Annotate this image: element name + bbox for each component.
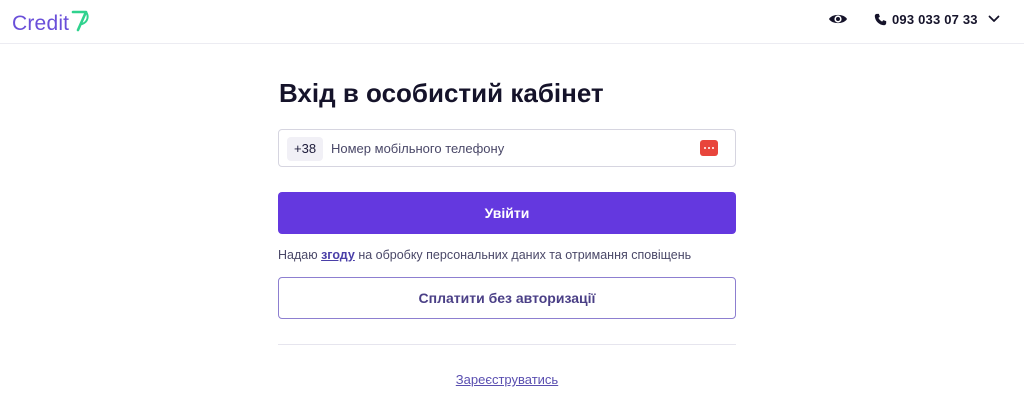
logo-text: Credit [12, 12, 70, 35]
login-button[interactable]: Увійти [278, 192, 736, 234]
consent-text-after: на обробку персональних даних та отриман… [354, 248, 692, 262]
password-manager-icon[interactable] [700, 140, 718, 156]
pay-without-auth-button[interactable]: Сплатити без авторизації [278, 277, 736, 319]
logo-mark-icon [71, 10, 89, 32]
phone-icon [874, 13, 887, 25]
register-link[interactable]: Зареєструватись [0, 372, 1014, 387]
consent-text: Надаю згоду на обробку персональних дани… [278, 248, 691, 262]
phone-number[interactable]: 093 033 07 33 [892, 12, 978, 27]
consent-text-before: Надаю [278, 248, 322, 262]
phone-prefix: +38 [287, 137, 324, 161]
phone-field[interactable]: +38 [278, 129, 736, 167]
phone-dropdown[interactable]: 093 033 07 33 [874, 10, 1000, 28]
phone-input[interactable] [331, 136, 691, 160]
logo[interactable]: Credit [12, 6, 90, 36]
eye-icon[interactable] [828, 12, 848, 26]
header: Credit 093 033 07 33 [0, 0, 1024, 44]
divider [278, 344, 736, 345]
page-title: Вхід в особистий кабінет [279, 78, 604, 108]
chevron-down-icon[interactable] [988, 15, 1000, 23]
consent-link[interactable]: згоду [321, 248, 355, 262]
